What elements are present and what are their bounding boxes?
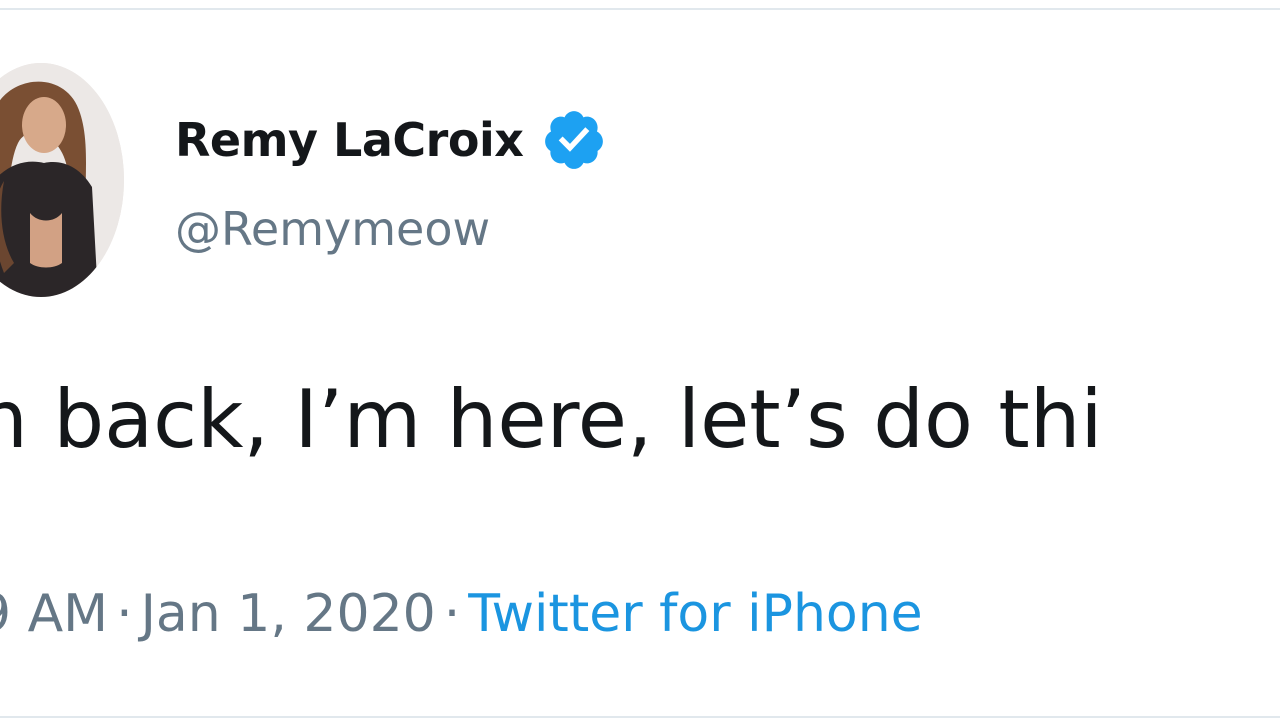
tweet-card: Remy LaCroix @Remymeow m back, I’m here,… xyxy=(0,8,1280,718)
author-handle[interactable]: @Remymeow xyxy=(175,206,490,252)
avatar-photo xyxy=(0,63,124,297)
display-name[interactable]: Remy LaCroix xyxy=(175,117,524,163)
author-row: Remy LaCroix xyxy=(175,108,607,172)
avatar[interactable] xyxy=(0,63,124,297)
tweet-source-link[interactable]: Twitter for iPhone xyxy=(468,584,922,644)
meta-separator: · xyxy=(116,584,133,644)
tweet-date[interactable]: Jan 1, 2020 xyxy=(141,584,436,644)
tweet-text: m back, I’m here, let’s do thi xyxy=(0,373,1103,466)
tweet-meta: 9 AM·Jan 1, 2020·Twitter for iPhone xyxy=(0,588,923,640)
tweet-time[interactable]: 9 AM xyxy=(0,584,108,644)
meta-separator: · xyxy=(443,584,461,644)
verified-badge-icon xyxy=(541,107,607,173)
